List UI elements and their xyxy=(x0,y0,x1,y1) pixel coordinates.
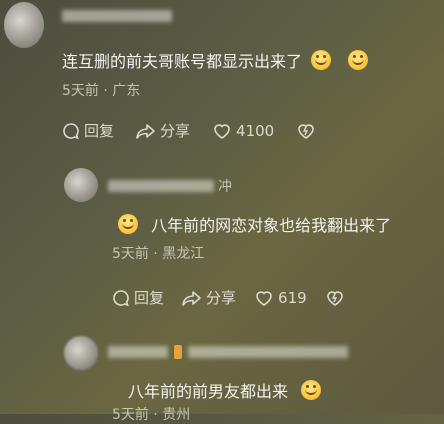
like-count: 619 xyxy=(278,288,307,307)
reply-bubble-icon xyxy=(112,289,130,307)
username[interactable]: 冲 xyxy=(108,176,232,196)
comment-location: 贵州 xyxy=(162,407,191,423)
username-blurred xyxy=(108,346,168,358)
comment-text: 八年前的网恋对象也给我翻出来了 xyxy=(118,212,391,236)
comment-date: 5天前 xyxy=(112,407,149,423)
like-button[interactable]: 619 xyxy=(254,289,307,307)
avatar[interactable] xyxy=(64,336,98,370)
username-blurred xyxy=(108,180,214,192)
comment-text: 连互删的前夫哥账号都显示出来了 xyxy=(62,48,369,72)
dislike-button[interactable] xyxy=(325,289,345,307)
share-arrow-icon xyxy=(136,122,156,140)
share-button[interactable]: 分享 xyxy=(136,120,190,141)
comment-text-content: 连互删的前夫哥账号都显示出来了 xyxy=(62,52,303,71)
username-blurred xyxy=(188,346,348,358)
comment-location: 黑龙江 xyxy=(162,246,205,262)
username-blurred[interactable] xyxy=(62,10,172,22)
like-button[interactable]: 4100 xyxy=(212,122,274,140)
smile-emoji-icon xyxy=(311,50,332,70)
broken-heart-icon xyxy=(325,289,345,307)
reply-button[interactable]: 回复 xyxy=(62,120,114,141)
username[interactable] xyxy=(108,345,348,359)
comment-actions: 回复 分享 619 xyxy=(112,287,345,308)
avatar[interactable] xyxy=(4,2,44,48)
smile-emoji-icon xyxy=(301,380,322,400)
comment-text-content: 八年前的前男友都出来 xyxy=(128,382,289,401)
heart-icon xyxy=(212,122,232,140)
share-label: 分享 xyxy=(160,122,191,140)
comment-actions: 回复 分享 4100 xyxy=(62,120,316,141)
comment-location: 广东 xyxy=(112,83,141,99)
dislike-button[interactable] xyxy=(296,122,316,140)
comment-date: 5天前 xyxy=(112,246,149,262)
comment-text-content: 八年前的网恋对象也给我翻出来了 xyxy=(151,216,392,235)
meta-separator: · xyxy=(103,83,108,99)
comment-meta: 5天前 · 广东 xyxy=(62,80,140,100)
smile-emoji-icon xyxy=(118,214,138,234)
share-label: 分享 xyxy=(206,289,237,307)
heart-icon xyxy=(254,289,274,307)
meta-separator: · xyxy=(153,246,158,262)
broken-heart-icon xyxy=(296,122,316,140)
reply-bubble-icon xyxy=(62,122,80,140)
username-tail: 冲 xyxy=(218,179,232,195)
reply-label: 回复 xyxy=(84,122,115,140)
reply-button[interactable]: 回复 xyxy=(112,287,164,308)
comment-meta: 5天前 · 黑龙江 xyxy=(112,243,204,263)
comment-date: 5天前 xyxy=(62,83,99,99)
share-arrow-icon xyxy=(182,289,202,307)
meta-separator: · xyxy=(153,407,158,423)
share-button[interactable]: 分享 xyxy=(182,287,236,308)
fire-badge-icon xyxy=(174,345,182,359)
comment-text: 八年前的前男友都出来 xyxy=(128,378,322,402)
comment-meta: 5天前 · 贵州 xyxy=(112,404,190,424)
smile-emoji-icon xyxy=(348,50,369,70)
like-count: 4100 xyxy=(236,121,275,140)
reply-label: 回复 xyxy=(134,289,165,307)
avatar[interactable] xyxy=(64,168,98,202)
